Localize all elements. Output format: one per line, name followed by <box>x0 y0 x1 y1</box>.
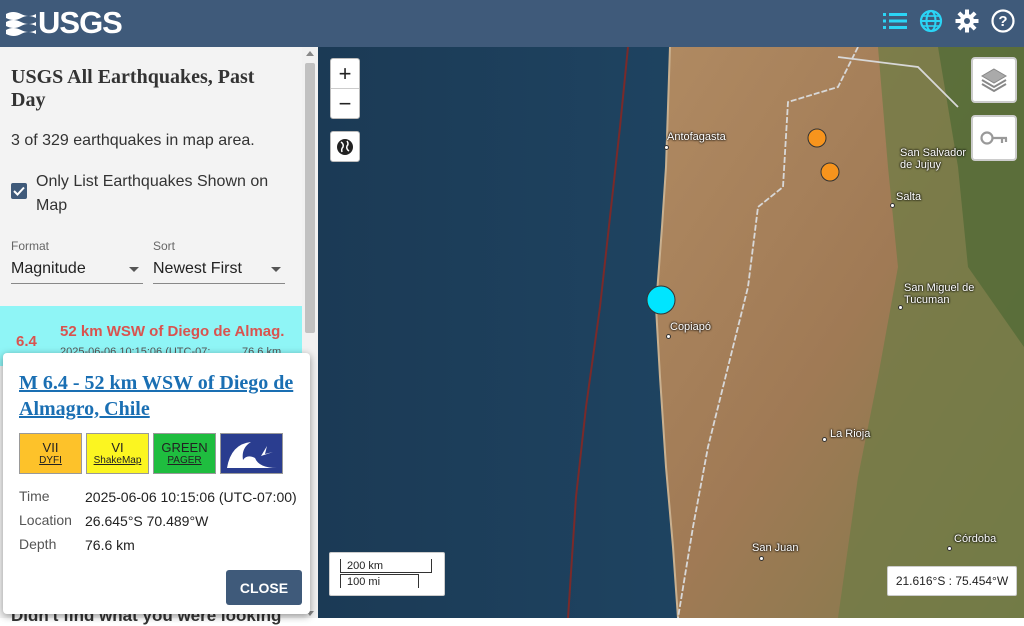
chevron-down-icon <box>129 267 139 272</box>
scale-mi: 100 mi <box>340 574 419 588</box>
city-antofagasta: Antofagasta <box>667 131 726 143</box>
depth-value: 76.6 km <box>85 537 135 553</box>
chevron-down-icon <box>271 267 281 272</box>
list-icon[interactable] <box>882 8 908 34</box>
dyfi-label: DYFI <box>39 455 62 466</box>
cursor-coordinates: 21.616°S : 75.454°W <box>887 566 1017 596</box>
location-value: 26.645°S 70.489°W <box>85 513 209 529</box>
city-san-salvador: San Salvador de Jujuy <box>900 147 967 171</box>
dyfi-badge[interactable]: VII DYFI <box>19 433 82 474</box>
city-dot <box>890 203 895 208</box>
map-scale: 200 km 100 mi <box>329 552 445 596</box>
only-list-label: Only List Earthquakes Shown on Map <box>36 173 269 214</box>
depth-label: Depth <box>19 536 57 552</box>
city-dot <box>666 334 671 339</box>
scroll-up-icon[interactable] <box>306 51 314 56</box>
shakemap-badge[interactable]: VI ShakeMap <box>86 433 149 474</box>
layers-button[interactable] <box>971 57 1017 103</box>
city-copiapo: Copiapó <box>670 321 711 333</box>
city-tucuman: San Miguel de Tucuman <box>904 282 975 306</box>
location-label: Location <box>19 512 72 528</box>
list-title: USGS All Earthquakes, Past Day <box>11 66 255 111</box>
world-view-button[interactable] <box>330 131 360 162</box>
eq-place: 52 km WSW of Diego de Almag... <box>60 323 285 340</box>
zoom-out-button[interactable]: − <box>331 89 359 119</box>
zoom-control: + − <box>330 58 360 119</box>
pager-badge[interactable]: GREEN PAGER <box>153 433 216 474</box>
globe-icon[interactable] <box>918 8 944 34</box>
format-select[interactable]: Magnitude <box>11 256 143 284</box>
pager-label: PAGER <box>167 455 202 466</box>
city-salta: Salta <box>896 191 922 203</box>
city-la-rioja: La Rioja <box>830 428 871 440</box>
earthquake-marker[interactable] <box>820 162 840 182</box>
city-dot <box>664 145 669 150</box>
sort-select[interactable]: Newest First <box>153 256 285 284</box>
city-cordoba: Córdoba <box>954 533 997 545</box>
city-dot <box>759 556 764 561</box>
city-san-juan: San Juan <box>752 542 799 554</box>
gear-icon[interactable] <box>954 8 980 34</box>
city-dot <box>898 305 903 310</box>
globe-icon <box>337 138 353 155</box>
popup-title-link[interactable]: M 6.4 - 52 km WSW of Diego de Almagro, C… <box>19 370 299 422</box>
shakemap-label: ShakeMap <box>93 455 142 466</box>
earthquake-popup: M 6.4 - 52 km WSW of Diego de Almagro, C… <box>3 353 310 614</box>
time-value: 2025-06-06 10:15:06 (UTC-07:00) <box>85 489 297 505</box>
pager-value: GREEN <box>161 440 208 455</box>
layers-icon <box>981 68 1007 93</box>
sort-value: Newest First <box>153 260 242 277</box>
close-button[interactable]: CLOSE <box>226 570 302 605</box>
key-icon <box>980 131 1008 145</box>
zoom-in-button[interactable]: + <box>331 59 359 89</box>
svg-text:?: ? <box>998 13 1007 30</box>
eq-magnitude: 6.4 <box>16 333 37 350</box>
format-value: Magnitude <box>11 260 86 277</box>
city-dot <box>947 546 952 551</box>
shakemap-value: VI <box>111 440 124 455</box>
help-icon[interactable]: ? <box>990 8 1016 34</box>
earthquake-marker-selected[interactable] <box>646 285 676 315</box>
usgs-wave-icon <box>6 12 36 36</box>
city-dot <box>822 437 827 442</box>
time-label: Time <box>19 488 50 504</box>
legend-button[interactable] <box>971 115 1017 161</box>
tsunami-icon[interactable] <box>220 433 283 474</box>
app-header: USGS ? <box>0 0 1024 47</box>
sort-label: Sort <box>153 239 176 253</box>
usgs-logo[interactable]: USGS <box>6 5 123 40</box>
earthquake-count: 3 of 329 earthquakes in map area. <box>11 132 255 149</box>
usgs-logo-text: USGS <box>38 5 123 40</box>
dyfi-value: VII <box>42 440 59 455</box>
earthquake-marker[interactable] <box>807 128 827 148</box>
only-list-option[interactable]: Only List Earthquakes Shown on Map <box>11 170 291 218</box>
scroll-thumb[interactable] <box>305 63 315 333</box>
format-label: Format <box>11 239 50 253</box>
scale-km: 200 km <box>340 559 432 573</box>
only-list-checkbox[interactable] <box>11 183 27 199</box>
